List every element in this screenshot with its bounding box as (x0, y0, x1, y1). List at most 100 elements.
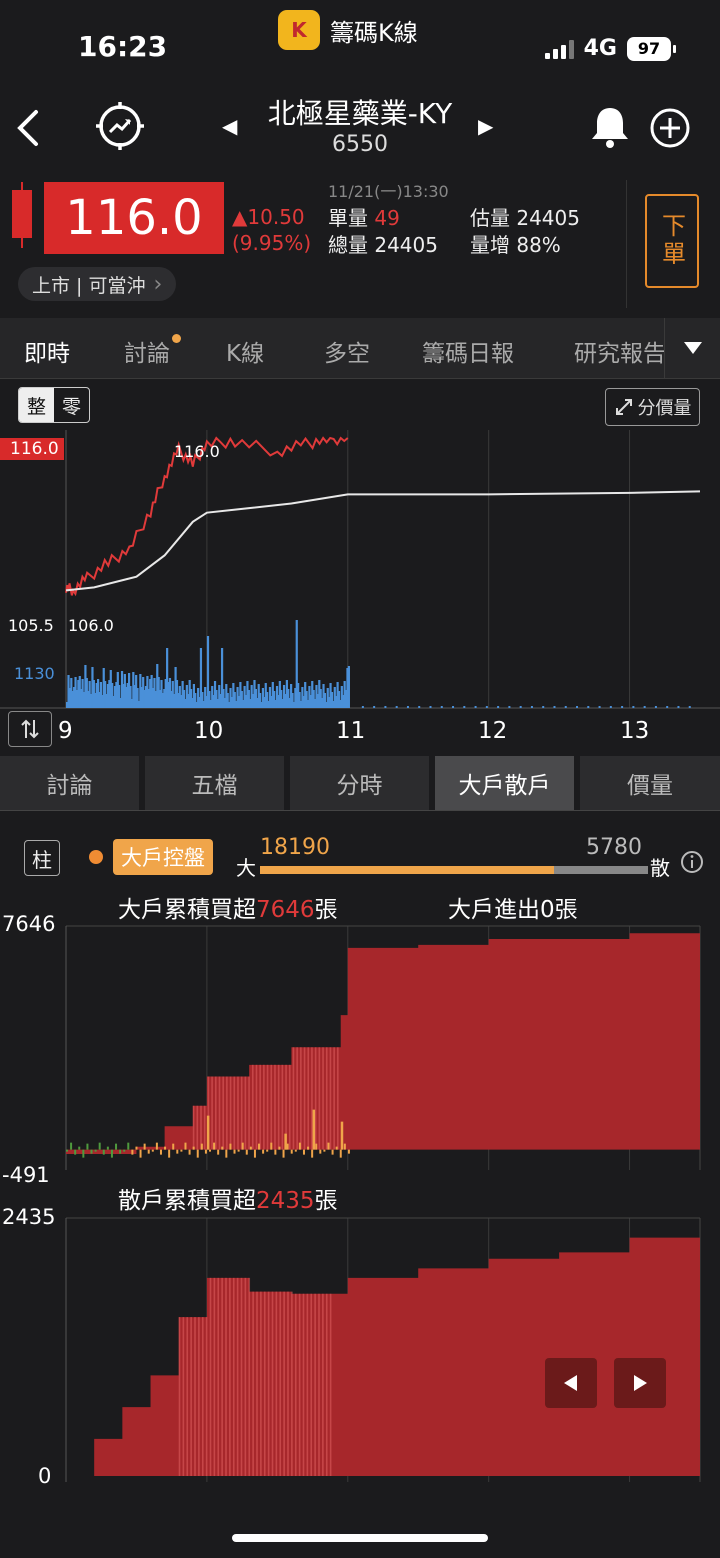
cum-bar (194, 1317, 196, 1476)
tab-kline[interactable]: K線 (226, 334, 264, 368)
flow-bar (282, 1149, 285, 1158)
cum-bar (267, 1291, 270, 1476)
tab-label: 研究報告 (574, 341, 664, 367)
volume-bar (553, 706, 556, 708)
chart-grid (0, 430, 720, 709)
market-tag-button[interactable]: 上市 | 可當沖 › (18, 267, 177, 301)
intraday-chart (0, 430, 720, 709)
info-button[interactable] (680, 850, 704, 878)
status-time: 16:23 (78, 30, 168, 63)
cum-bar (307, 1047, 310, 1150)
flow-bar (119, 1149, 122, 1154)
flow-bar (331, 1149, 334, 1155)
tab-discussion[interactable]: 討論 (124, 334, 181, 368)
mini-candle-icon (12, 190, 32, 238)
cum-bar (186, 1317, 189, 1476)
cum-bar (314, 1293, 316, 1476)
volume-bar (632, 706, 635, 708)
flow-bar (102, 1149, 105, 1155)
major-inout: 大戶進出0張 (448, 890, 578, 924)
volume-bar (576, 706, 579, 708)
total-volume: 總量 24405 (328, 229, 438, 258)
total-volume-value: 24405 (374, 233, 438, 257)
chart-type-button[interactable]: 柱 (24, 840, 60, 876)
volume-bar (463, 706, 466, 708)
volume-bar (395, 706, 398, 708)
cum-bar (182, 1317, 185, 1476)
cum-bar (217, 1277, 220, 1476)
network-label: 4G (583, 36, 617, 61)
cum-bar (263, 1064, 265, 1150)
subtab-timeshare[interactable]: 分時 (290, 756, 429, 810)
volume-bar (347, 666, 350, 708)
flow-bar (176, 1149, 179, 1154)
cum-bar (244, 1277, 247, 1476)
flow-bar (302, 1149, 305, 1155)
tab-chip-daily[interactable]: 籌碼日報 (422, 334, 514, 368)
tab-more-button[interactable] (664, 318, 720, 378)
toggle-odd-lot[interactable]: 零 (54, 388, 89, 422)
x-axis-label: 10 (194, 718, 224, 744)
subtab-major-retail[interactable]: 大戶散戶 (435, 756, 574, 810)
flow-bar (266, 1149, 269, 1152)
subtab-price-volume[interactable]: 價量 (580, 756, 720, 810)
flow-bar (343, 1143, 346, 1150)
current-price: 116.0 (44, 182, 224, 254)
flow-bar (307, 1146, 310, 1150)
cum-bar (190, 1317, 192, 1476)
flow-bar (284, 1133, 287, 1150)
subtab-five-levels[interactable]: 五檔 (145, 756, 284, 810)
flow-bar (168, 1149, 171, 1158)
tab-long-short[interactable]: 多空 (324, 334, 370, 368)
major-control-tag[interactable]: 大戶控盤 (113, 839, 213, 875)
cum-bar (226, 1076, 228, 1150)
swap-button[interactable] (8, 711, 52, 747)
prev-period-button[interactable] (545, 1358, 597, 1408)
cum-bar (337, 1047, 339, 1150)
flow-bar (172, 1143, 175, 1150)
cum-bar (198, 1317, 200, 1476)
caret-down-icon (684, 342, 702, 354)
x-axis-label: 11 (336, 718, 366, 744)
flow-bar (143, 1143, 146, 1150)
flow-bar (164, 1146, 167, 1150)
subtab-discussion[interactable]: 討論 (0, 756, 139, 810)
cum-bar (306, 1293, 309, 1476)
small-value: 5780 (586, 835, 642, 860)
alert-button[interactable] (588, 104, 632, 154)
retail-cum-chart (65, 1217, 701, 1482)
cum-bar (329, 1047, 332, 1150)
add-watchlist-button[interactable] (649, 107, 691, 153)
tab-research[interactable]: 研究報告 (574, 334, 664, 368)
flow-bar (249, 1146, 252, 1150)
cum-bar (218, 1076, 221, 1150)
price-volume-button[interactable]: 分價量 (605, 388, 700, 426)
flow-bar (70, 1142, 73, 1150)
est-volume: 估量 24405 (470, 202, 580, 231)
flow-bar (184, 1142, 187, 1150)
flow-bar (311, 1149, 314, 1158)
x-axis-label: 13 (620, 718, 650, 744)
cum-bar (291, 1291, 293, 1476)
order-button[interactable]: 下單 (645, 194, 699, 288)
flow-bar (196, 1149, 199, 1158)
tab-realtime[interactable]: 即時 (24, 334, 70, 368)
volume-bar (598, 706, 601, 708)
major-cum-area (66, 926, 700, 1155)
volume-bar (666, 706, 669, 708)
flow-bar (180, 1149, 183, 1152)
small-label: 散 (650, 856, 670, 880)
big-label: 大 (236, 856, 256, 880)
major-cum-chart (65, 925, 701, 1170)
retail-cum-value: 2435 (256, 1188, 315, 1214)
x-axis-label: 12 (478, 718, 508, 744)
indicator-dot (89, 850, 103, 864)
toggle-whole-lot[interactable]: 整 (19, 388, 54, 422)
flow-bar (74, 1149, 77, 1155)
flow-bar (217, 1149, 220, 1155)
battery-level: 97 (627, 36, 671, 61)
single-volume-label: 單量 (328, 206, 368, 230)
cum-bar (263, 1291, 266, 1476)
next-period-button[interactable] (614, 1358, 666, 1408)
lot-toggle[interactable]: 整 零 (18, 387, 90, 423)
